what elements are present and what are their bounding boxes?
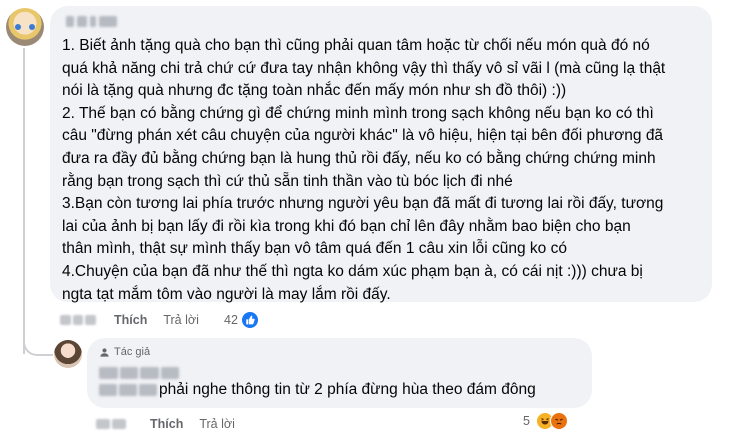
reply-actions: Thích Trả lời [96,414,251,434]
comment-line: 2. Thế bạn có bằng chứng gì để chứng min… [62,104,654,122]
thread-connector [23,330,53,356]
comment-line: rằng bạn trong sạch thì cứ thủ sẵn tinh … [62,172,513,190]
author-avatar[interactable] [54,340,82,368]
commenter-name-blurred[interactable] [66,16,136,29]
comment-line: lai của ảnh bị bạn lấy đi rồi kìa trong … [62,217,631,235]
reaction-count: 42 [224,313,238,327]
comment-line: đưa ra đầy đủ bằng chứng bạn là hung thủ… [62,149,656,167]
commenter-avatar[interactable] [6,8,44,46]
reply-text: phải nghe thông tin từ 2 phía đừng hùa t… [99,379,580,401]
reply-time-blurred[interactable] [96,419,126,429]
like-icon [240,311,259,329]
comment-line: 4.Chuyện của bạn đã như thế thì ngta ko … [62,262,643,280]
author-tag-icon [100,347,109,357]
comment-bubble: 1. Biết ảnh tặng quà cho bạn thì cũng ph… [50,6,712,303]
comment-line: ngta tạt mắm tôm vào người là may lắm rồ… [62,285,391,303]
comment-time-blurred[interactable] [60,315,97,325]
comment-line: quá khả năng chi trả chứ cứ đưa tay nhận… [62,59,666,77]
comment-line: thân mình, thật sự mình thấy bạn vô tâm … [62,240,567,258]
comment-line: 3.Bạn còn tương lai phía trước nhưng ngư… [62,195,664,213]
comment-text: 1. Biết ảnh tặng quà cho bạn thì cũng ph… [62,35,700,306]
comment-line: nói là tặng quà nhưng đc tặng toàn nhắc … [62,82,567,100]
reply-reaction-count: 5 [523,414,530,428]
reply-like-button[interactable]: Thích [150,417,183,431]
author-tag: Tác giả [99,346,580,358]
thread-line [23,48,25,354]
like-button[interactable]: Thích [114,313,147,327]
reply-button[interactable]: Trả lời [163,313,199,327]
author-tag-label: Tác giả [114,346,151,358]
comment-actions: Thích Trả lời [60,310,199,330]
comment-line: 1. Biết ảnh tặng quà cho bạn thì cũng ph… [62,37,650,54]
comment-line: câu "đừng phán xét câu chuyện của người … [62,127,664,145]
angry-icon [549,412,568,430]
reply-reply-button[interactable]: Trả lời [199,417,235,431]
reply-reaction-summary[interactable]: 5 [523,412,568,430]
reaction-summary[interactable]: 42 [224,311,259,329]
reply-bubble: Tác giả phải nghe thông tin từ 2 phía đừ… [87,338,592,408]
reply-text-content: phải nghe thông tin từ 2 phía đừng hùa t… [159,381,536,398]
